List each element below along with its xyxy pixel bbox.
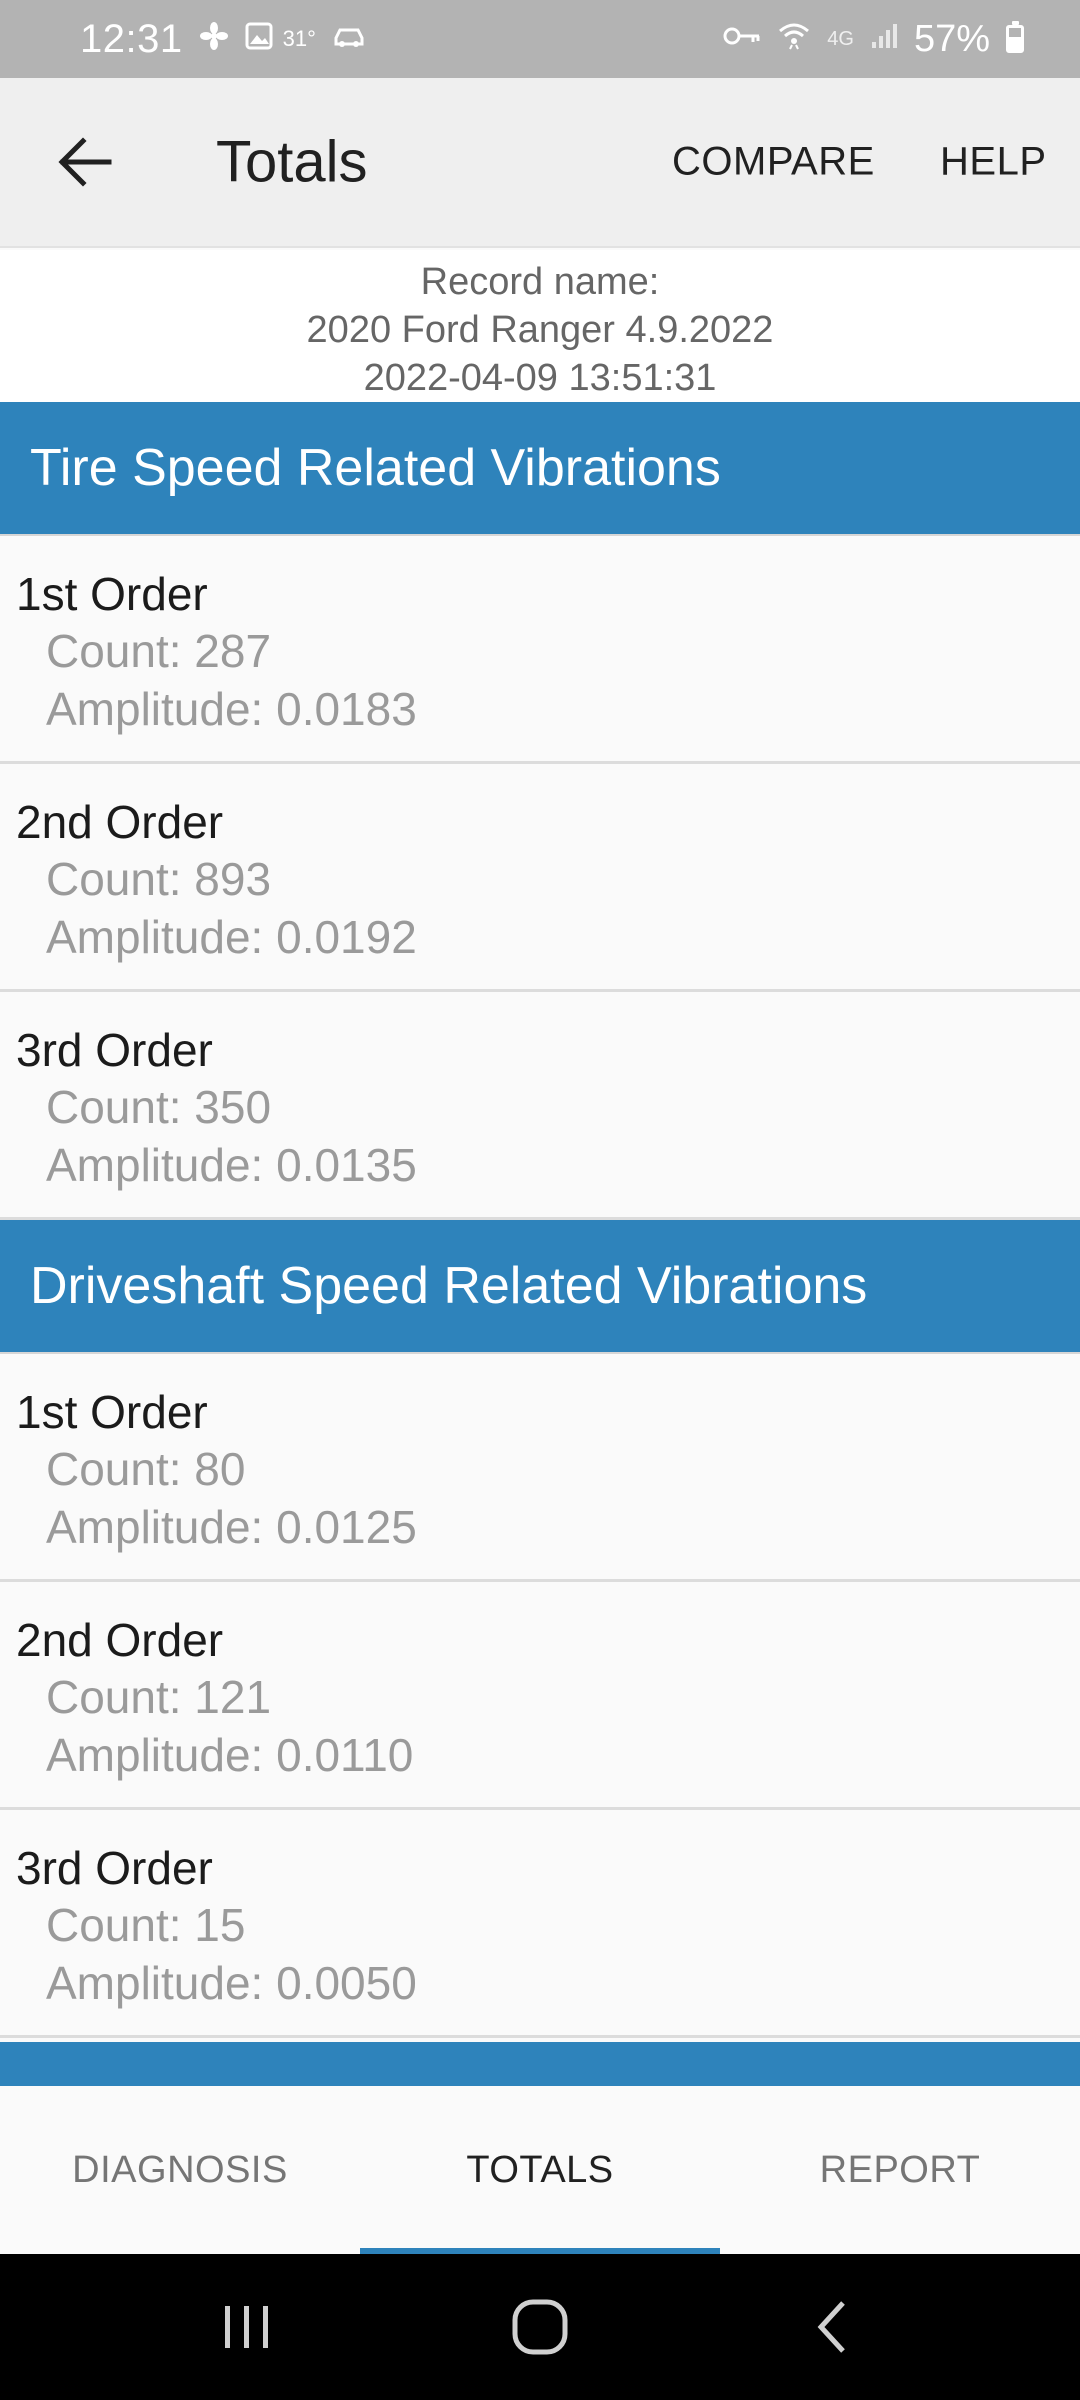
help-button[interactable]: HELP [940, 140, 1047, 185]
tab-totals[interactable]: TOTALS [360, 2086, 720, 2254]
list-item: 1st Order Count: 287 Amplitude: 0.0183 [0, 536, 1080, 764]
tab-diagnosis[interactable]: DIAGNOSIS [0, 2086, 360, 2254]
order-amplitude: Amplitude: 0.0125 [46, 1501, 417, 1553]
order-amplitude: Amplitude: 0.0135 [46, 1139, 417, 1191]
app-bar: Totals COMPARE HELP [0, 78, 1080, 248]
order-title: 3rd Order [16, 1842, 213, 1894]
order-title: 1st Order [16, 568, 208, 620]
order-amplitude: Amplitude: 0.0050 [46, 1957, 417, 2009]
record-name: 2020 Ford Ranger 4.9.2022 [306, 309, 774, 351]
order-title: 2nd Order [16, 1614, 224, 1666]
order-count: Count: 15 [46, 1899, 246, 1951]
wifi-icon [777, 19, 811, 59]
order-count: Count: 121 [46, 1671, 272, 1723]
list-item: 2nd Order Count: 893 Amplitude: 0.0192 [0, 764, 1080, 992]
status-bar-left: 12:31 31° [80, 17, 366, 62]
record-timestamp: 2022-04-09 13:51:31 [363, 357, 717, 399]
status-bar-right: 4G 57% [723, 18, 1024, 61]
list-item: 2nd Order Count: 121 Amplitude: 0.0110 [0, 1582, 1080, 1810]
order-count: Count: 287 [46, 625, 272, 677]
home-icon [512, 2299, 568, 2355]
recent-apps-icon [224, 2306, 268, 2348]
battery-icon [1006, 21, 1024, 53]
totals-list[interactable]: Tire Speed Related Vibrations 1st Order … [0, 402, 1080, 2038]
back-nav-button[interactable] [783, 2277, 883, 2377]
system-nav-bar [0, 2254, 1080, 2400]
order-count: Count: 350 [46, 1081, 272, 1133]
tab-label: REPORT [819, 2148, 981, 2191]
page-title: Totals [216, 129, 368, 195]
recent-apps-button[interactable] [197, 2277, 297, 2377]
bottom-tabs: DIAGNOSIS TOTALS REPORT [0, 2086, 1080, 2254]
record-label: Record name: [420, 261, 660, 303]
signal-icon [870, 22, 898, 56]
list-item: 1st Order Count: 80 Amplitude: 0.0125 [0, 1354, 1080, 1582]
order-count: Count: 80 [46, 1443, 246, 1495]
fan-icon [199, 21, 229, 57]
network-type: 4G [827, 27, 854, 50]
image-icon [245, 22, 273, 56]
status-bar: 12:31 31° 4G 57% [0, 0, 1080, 78]
status-time: 12:31 [80, 16, 183, 61]
order-title: 1st Order [16, 1386, 208, 1438]
tab-report[interactable]: REPORT [720, 2086, 1080, 2254]
order-count: Count: 893 [46, 853, 272, 905]
battery-percent: 57% [913, 17, 990, 60]
compare-button[interactable]: COMPARE [672, 140, 875, 185]
order-title: 3rd Order [16, 1024, 213, 1076]
order-amplitude: Amplitude: 0.0110 [46, 1729, 414, 1781]
tab-label: TOTALS [466, 2148, 614, 2191]
car-icon [332, 22, 366, 56]
chevron-left-icon [817, 2301, 846, 2353]
section-header-driveshaft: Driveshaft Speed Related Vibrations [0, 1220, 1080, 1354]
status-temperature: 31° [282, 26, 316, 51]
order-amplitude: Amplitude: 0.0192 [46, 911, 417, 963]
back-button[interactable] [50, 127, 120, 197]
next-section-header [0, 2042, 1080, 2086]
vpn-key-icon [723, 24, 761, 54]
home-button[interactable] [490, 2277, 590, 2377]
record-info: Record name: 2020 Ford Ranger 4.9.2022 2… [0, 250, 1080, 402]
section-header-tire: Tire Speed Related Vibrations [0, 402, 1080, 536]
list-item: 3rd Order Count: 15 Amplitude: 0.0050 [0, 1810, 1080, 2038]
list-item: 3rd Order Count: 350 Amplitude: 0.0135 [0, 992, 1080, 1220]
order-title: 2nd Order [16, 796, 224, 848]
order-amplitude: Amplitude: 0.0183 [46, 683, 417, 735]
arrow-left-icon [58, 137, 112, 187]
tab-label: DIAGNOSIS [72, 2148, 288, 2191]
